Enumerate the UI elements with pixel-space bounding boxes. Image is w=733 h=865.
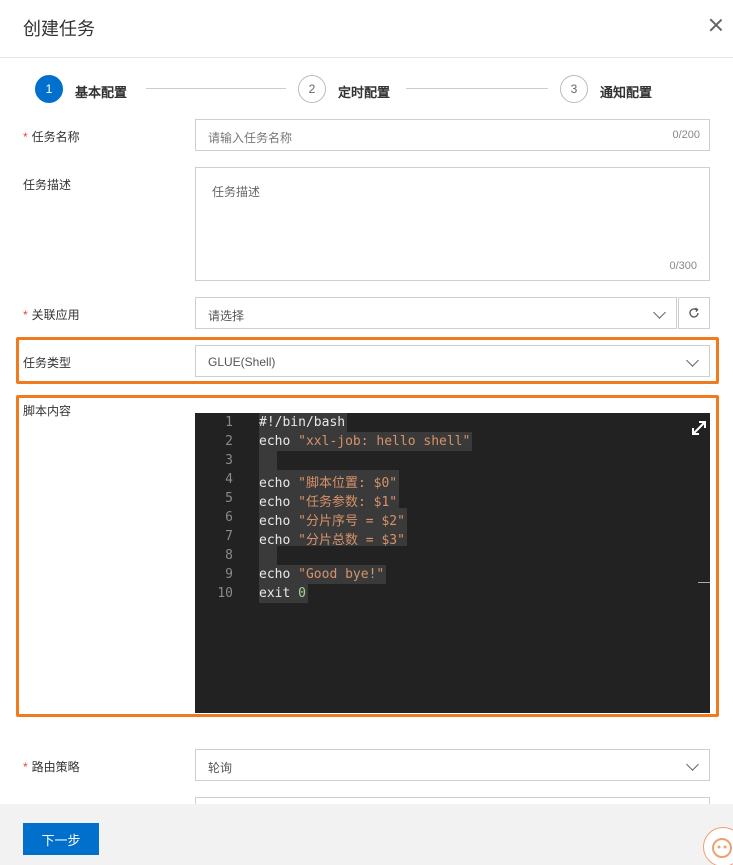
refresh-icon xyxy=(689,307,699,318)
line-number: 8 xyxy=(225,548,233,563)
routing-value: 轮询 xyxy=(208,761,233,775)
line-code[interactable]: echo "分片总数 = $3" xyxy=(259,527,407,548)
required-mark: * xyxy=(23,760,28,774)
line-number: 9 xyxy=(225,567,233,582)
dialog-footer: 下一步 xyxy=(0,804,733,865)
routing-select[interactable]: 轮询 xyxy=(195,749,710,781)
assistant-icon xyxy=(712,838,732,858)
task-name-count: 0/200 xyxy=(672,129,700,141)
task-type-value: GLUE(Shell) xyxy=(208,355,276,369)
line-code[interactable]: echo "xxl-job: hello shell" xyxy=(259,432,473,451)
step-number: 3 xyxy=(560,75,588,103)
refresh-button[interactable] xyxy=(678,297,710,329)
script-label: 脚本内容 xyxy=(23,404,72,418)
app-select-value: 请选择 xyxy=(208,309,245,323)
step-divider xyxy=(146,88,286,89)
close-icon[interactable] xyxy=(709,18,723,32)
step-divider xyxy=(406,88,548,89)
dialog-header: 创建任务 xyxy=(0,0,733,58)
line-code[interactable]: echo "脚本位置: $0" xyxy=(259,470,400,491)
code-line[interactable]: 6 echo "分片序号 = $2" xyxy=(195,508,710,529)
code-line[interactable]: 8 xyxy=(195,546,710,565)
line-code[interactable] xyxy=(259,546,277,565)
line-number: 5 xyxy=(225,491,233,506)
line-code[interactable]: exit 0 xyxy=(259,584,308,603)
line-code[interactable]: #!/bin/bash xyxy=(259,413,348,432)
line-code[interactable]: echo "任务参数: $1" xyxy=(259,489,400,510)
step-notify-config[interactable]: 3 通知配置 xyxy=(560,74,652,104)
chevron-down-icon xyxy=(653,306,666,319)
line-number: 10 xyxy=(217,586,233,601)
app-label: * 关联应用 xyxy=(23,308,80,322)
app-select[interactable]: 请选择 xyxy=(195,297,677,329)
task-desc-placeholder: 任务描述 xyxy=(212,185,261,199)
step-number: 1 xyxy=(35,75,63,103)
code-line[interactable]: 9 echo "Good bye!" xyxy=(195,565,710,584)
required-mark: * xyxy=(23,308,28,322)
chevron-down-icon xyxy=(686,758,699,771)
line-code[interactable]: echo "Good bye!" xyxy=(259,565,387,584)
task-name-placeholder: 请输入任务名称 xyxy=(208,131,293,145)
task-type-select[interactable]: GLUE(Shell) xyxy=(195,345,710,377)
help-float-icon[interactable] xyxy=(703,827,733,865)
code-line[interactable]: 3 xyxy=(195,451,710,470)
task-desc-textarea[interactable]: 任务描述 0/300 xyxy=(195,167,710,281)
code-line[interactable]: 1 #!/bin/bash xyxy=(195,413,710,432)
code-line[interactable]: 10 exit 0 xyxy=(195,584,710,603)
code-line[interactable]: 5 echo "任务参数: $1" xyxy=(195,489,710,510)
task-desc-count: 0/300 xyxy=(669,260,697,272)
line-number: 2 xyxy=(225,434,233,449)
step-label: 通知配置 xyxy=(600,84,653,100)
step-label: 定时配置 xyxy=(338,84,391,100)
line-code[interactable]: echo "分片序号 = $2" xyxy=(259,508,407,529)
step-label: 基本配置 xyxy=(75,84,128,100)
step-basic-config[interactable]: 1 基本配置 xyxy=(35,74,127,104)
dialog-title: 创建任务 xyxy=(23,19,95,39)
task-name-input[interactable]: 请输入任务名称 0/200 xyxy=(195,119,710,151)
code-editor[interactable]: 1 #!/bin/bash 2 echo "xxl-job: hello shell"… xyxy=(195,413,710,713)
chevron-down-icon xyxy=(686,354,699,367)
code-line[interactable]: 7 echo "分片总数 = $3" xyxy=(195,527,710,548)
line-number: 1 xyxy=(225,415,233,430)
step-number: 2 xyxy=(298,75,326,103)
step-schedule-config[interactable]: 2 定时配置 xyxy=(298,74,390,104)
task-name-label: * 任务名称 xyxy=(23,130,80,144)
required-mark: * xyxy=(23,130,28,144)
line-number: 4 xyxy=(225,472,233,487)
line-number: 6 xyxy=(225,510,233,525)
line-number: 7 xyxy=(225,529,233,544)
code-line[interactable]: 2 echo "xxl-job: hello shell" xyxy=(195,432,710,451)
task-desc-label: 任务描述 xyxy=(23,178,72,192)
line-number: 3 xyxy=(225,453,233,468)
code-line[interactable]: 4 echo "脚本位置: $0" xyxy=(195,470,710,491)
next-step-button[interactable]: 下一步 xyxy=(23,823,99,855)
routing-label: * 路由策略 xyxy=(23,760,80,774)
line-code[interactable] xyxy=(259,451,277,470)
step-indicator: 1 基本配置 2 定时配置 3 通知配置 xyxy=(0,74,733,104)
task-type-label: 任务类型 xyxy=(23,356,72,370)
